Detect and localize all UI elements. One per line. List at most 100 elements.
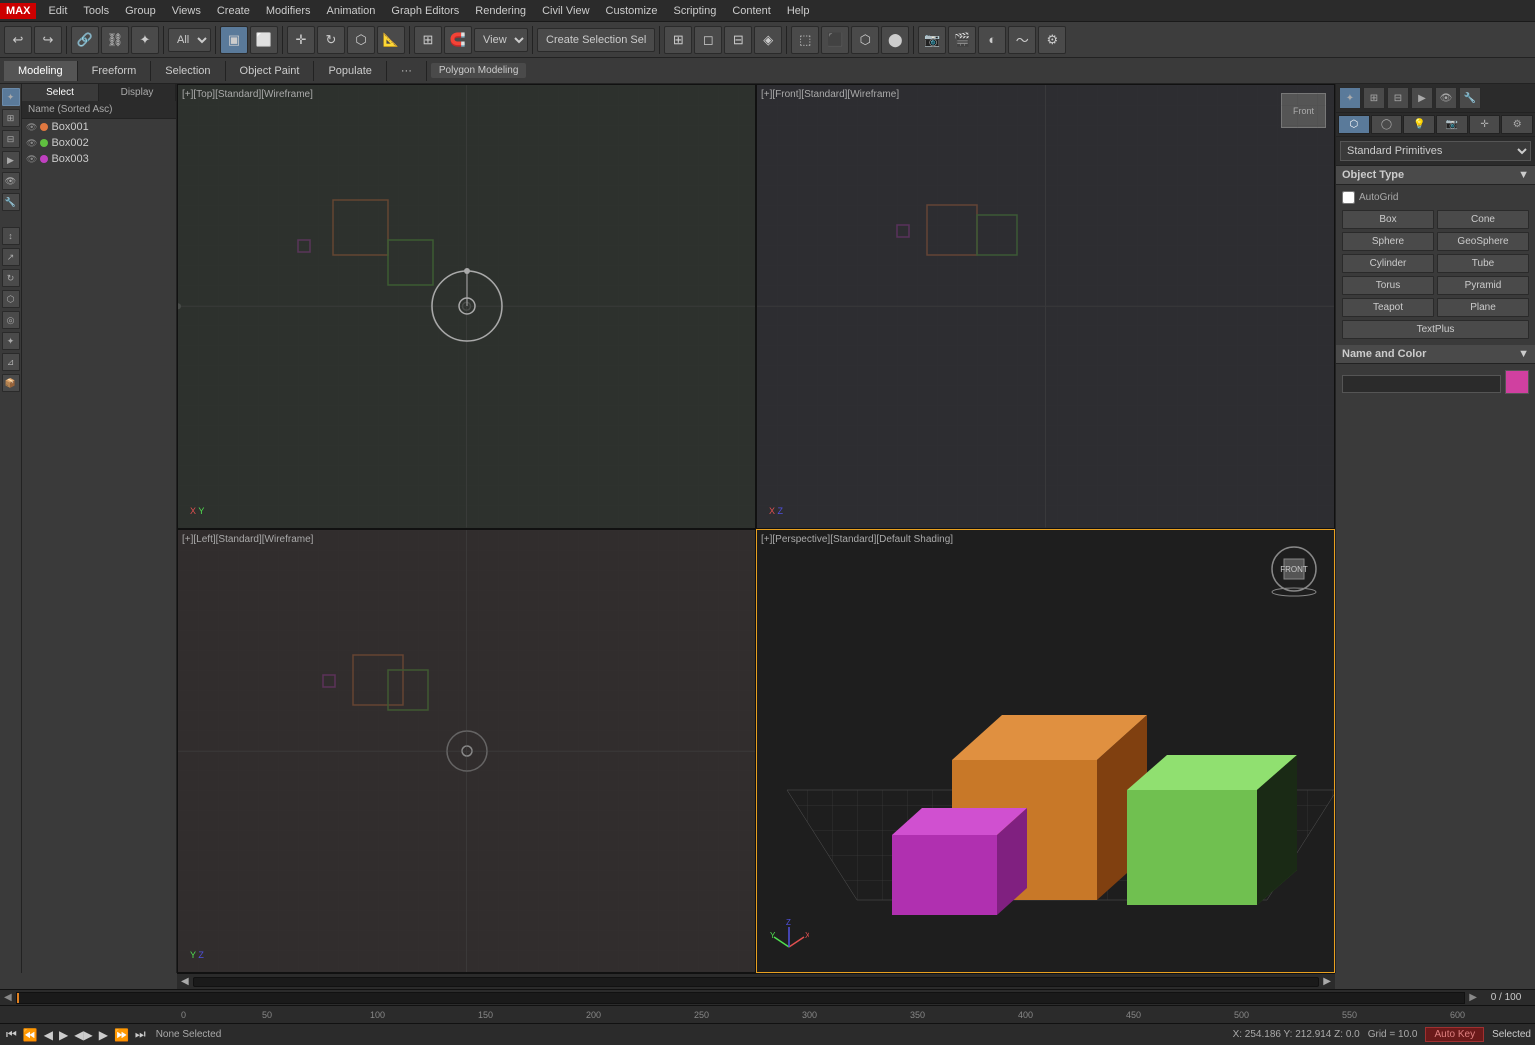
prev-frame-btn[interactable]: ◀ [42,1028,55,1042]
timeline-right-btn[interactable]: ▶ [1469,992,1477,1003]
vertex-button[interactable]: ⬚ [791,26,819,54]
sidebar-filter-icon[interactable]: ⊿ [2,353,20,371]
play-btn[interactable]: ▶ [57,1028,70,1042]
timeline-track[interactable] [16,992,1466,1004]
edge-button[interactable]: ⬛ [821,26,849,54]
grid-button[interactable]: ⊟ [724,26,752,54]
name-color-header[interactable]: Name and Color ▼ [1336,345,1535,364]
color-swatch[interactable] [1505,370,1529,394]
obj-btn-torus[interactable]: Torus [1342,276,1434,295]
viewport-front[interactable]: [+][Front][Standard][Wireframe] Front [756,84,1335,529]
material-button[interactable]: ◐ [978,26,1006,54]
obj-btn-box[interactable]: Box [1342,210,1434,229]
object-name-input[interactable] [1342,375,1501,393]
obj-btn-textplus[interactable]: TextPlus [1342,320,1529,339]
tab-object-paint[interactable]: Object Paint [226,61,315,81]
sidebar-snap-icon[interactable]: ◎ [2,311,20,329]
scroll-track[interactable] [193,977,1320,987]
sub-obj-button[interactable]: ◈ [754,26,782,54]
snap-button[interactable]: 🧲 [444,26,472,54]
menu-help[interactable]: Help [779,3,818,19]
primitives-select[interactable]: Standard Primitives [1340,141,1531,161]
rp-utilities-icon[interactable]: 🔧 [1459,87,1481,109]
unlink-button[interactable]: ⛓ [101,26,129,54]
select-region-button[interactable]: ⬜ [250,26,278,54]
object-button[interactable]: ◻ [694,26,722,54]
sidebar-create-icon[interactable]: ✦ [2,88,20,106]
key-end-btn[interactable]: ⏭ [133,1027,148,1042]
polygon-modeling-tab[interactable]: Polygon Modeling [431,63,527,78]
obj-btn-cylinder[interactable]: Cylinder [1342,254,1434,273]
undo-button[interactable]: ↩ [4,26,32,54]
obj-btn-pyramid[interactable]: Pyramid [1437,276,1529,295]
scene-select-tab[interactable]: Select [22,84,99,101]
obj-btn-tube[interactable]: Tube [1437,254,1529,273]
sidebar-asset-icon[interactable]: 📦 [2,374,20,392]
scroll-left-btn[interactable]: ◀ [181,976,189,987]
tab-freeform[interactable]: Freeform [78,61,152,81]
sidebar-scale-icon[interactable]: ⬡ [2,290,20,308]
sidebar-misc-icon[interactable]: ✦ [2,332,20,350]
select-button[interactable]: ▣ [220,26,248,54]
obj-btn-geosphere[interactable]: GeoSphere [1437,232,1529,251]
reference-button[interactable]: ⊞ [414,26,442,54]
face-button[interactable]: ⬡ [851,26,879,54]
menu-graph-editors[interactable]: Graph Editors [383,3,467,19]
redo-button[interactable]: ↪ [34,26,62,54]
menu-create[interactable]: Create [209,3,258,19]
render-button[interactable]: 📷 [918,26,946,54]
object-type-header[interactable]: Object Type ▼ [1336,166,1535,185]
sidebar-move-icon[interactable]: ↕ [2,227,20,245]
elem-button[interactable]: ⬤ [881,26,909,54]
sidebar-motion-icon[interactable]: ▶ [2,151,20,169]
menu-group[interactable]: Group [117,3,164,19]
obj-btn-teapot[interactable]: Teapot [1342,298,1434,317]
rp-tab-lights[interactable]: 💡 [1403,115,1435,134]
rp-tab-helpers[interactable]: ✛ [1469,115,1501,134]
link-button[interactable]: 🔗 [71,26,99,54]
rp-motion-icon[interactable]: ▶ [1411,87,1433,109]
bind-button[interactable]: ✦ [131,26,159,54]
timeline-left-btn[interactable]: ◀ [4,992,12,1003]
list-item[interactable]: 👁 Box001 [22,119,176,135]
auto-key-button[interactable]: Auto Key [1425,1027,1484,1042]
sidebar-select-icon[interactable]: ↗ [2,248,20,266]
placement-button[interactable]: 📐 [377,26,405,54]
key-begin-btn[interactable]: ⏮ [4,1027,19,1042]
sidebar-utilities-icon[interactable]: 🔧 [2,193,20,211]
prev-key-btn[interactable]: ⏪ [21,1028,40,1042]
menu-views[interactable]: Views [164,3,209,19]
curve-button[interactable]: 〜 [1008,26,1036,54]
sidebar-modify-icon[interactable]: ⊞ [2,109,20,127]
obj-btn-sphere[interactable]: Sphere [1342,232,1434,251]
list-item[interactable]: 👁 Box003 [22,151,176,167]
viewport-top[interactable]: [+][Top][Standard][Wireframe] [177,84,756,529]
max-button[interactable]: MAX [0,3,36,19]
rp-tab-camera[interactable]: 📷 [1436,115,1468,134]
next-frame-btn[interactable]: ▶ [97,1028,110,1042]
sidebar-display-icon[interactable]: 👁 [2,172,20,190]
scroll-right-btn[interactable]: ▶ [1323,976,1331,987]
sidebar-rotate-icon[interactable]: ↻ [2,269,20,287]
rp-display-icon[interactable]: 👁 [1435,87,1457,109]
rp-hierarchy-icon[interactable]: ⊟ [1387,87,1409,109]
menu-content[interactable]: Content [724,3,779,19]
menu-edit[interactable]: Edit [40,3,75,19]
tab-selection[interactable]: Selection [151,61,225,81]
obj-btn-cone[interactable]: Cone [1437,210,1529,229]
rp-tab-geo[interactable]: ⬡ [1338,115,1370,134]
menu-civil-view[interactable]: Civil View [534,3,597,19]
rp-modify-icon[interactable]: ⊞ [1363,87,1385,109]
next-key-btn[interactable]: ⏩ [112,1028,131,1042]
menu-scripting[interactable]: Scripting [666,3,725,19]
menu-rendering[interactable]: Rendering [467,3,534,19]
filter-dropdown[interactable]: All [168,28,211,52]
menu-modifiers[interactable]: Modifiers [258,3,319,19]
scene-display-tab[interactable]: Display [99,84,176,101]
tab-populate[interactable]: Populate [314,61,386,81]
create-selection-button[interactable]: Create Selection Sel [537,28,655,52]
rp-tab-shapes[interactable]: ◯ [1371,115,1403,134]
play-rev-btn[interactable]: ◀▶ [72,1028,94,1042]
list-item[interactable]: 👁 Box002 [22,135,176,151]
menu-tools[interactable]: Tools [75,3,117,19]
